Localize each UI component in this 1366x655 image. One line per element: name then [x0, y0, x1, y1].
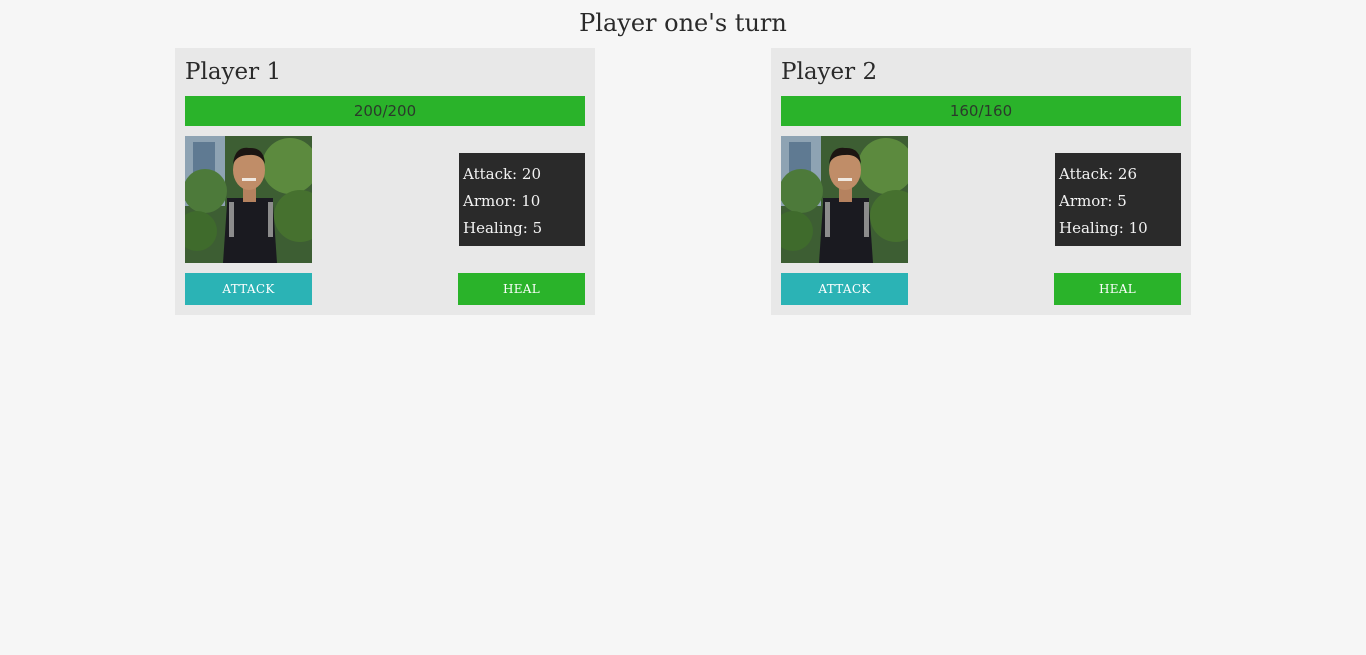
stats-box: Attack: 26 Armor: 5 Healing: 10 — [1055, 153, 1181, 246]
armor-stat: Armor: 10 — [463, 192, 541, 210]
health-text: 160/160 — [949, 102, 1013, 120]
healing-stat: Healing: 10 — [1059, 219, 1148, 237]
armor-stat: Armor: 5 — [1059, 192, 1127, 210]
stats-box: Attack: 20 Armor: 10 Healing: 5 — [459, 153, 585, 246]
attack-stat: Attack: 20 — [463, 165, 541, 183]
player-avatar — [781, 136, 908, 263]
healing-stat: Healing: 5 — [463, 219, 543, 237]
player-name: Player 2 — [781, 59, 878, 85]
health-text: 200/200 — [353, 102, 417, 120]
player-card-1: Player 1 200/200 Attack: 20 Armor: 10 He… — [175, 48, 595, 315]
player-portrait-image — [781, 136, 908, 263]
player-portrait-image — [185, 136, 312, 263]
attack-button[interactable]: ATTACK — [185, 273, 312, 305]
turn-title: Player one's turn — [579, 9, 787, 37]
health-bar: 160/160 — [781, 96, 1181, 126]
player-name: Player 1 — [185, 59, 282, 85]
heal-button[interactable]: HEAL — [1054, 273, 1181, 305]
health-bar: 200/200 — [185, 96, 585, 126]
player-card-2: Player 2 160/160 Attack: 26 Armor: 5 Hea… — [771, 48, 1191, 315]
attack-button[interactable]: ATTACK — [781, 273, 908, 305]
attack-stat: Attack: 26 — [1059, 165, 1137, 183]
player-avatar — [185, 136, 312, 263]
heal-button[interactable]: HEAL — [458, 273, 585, 305]
